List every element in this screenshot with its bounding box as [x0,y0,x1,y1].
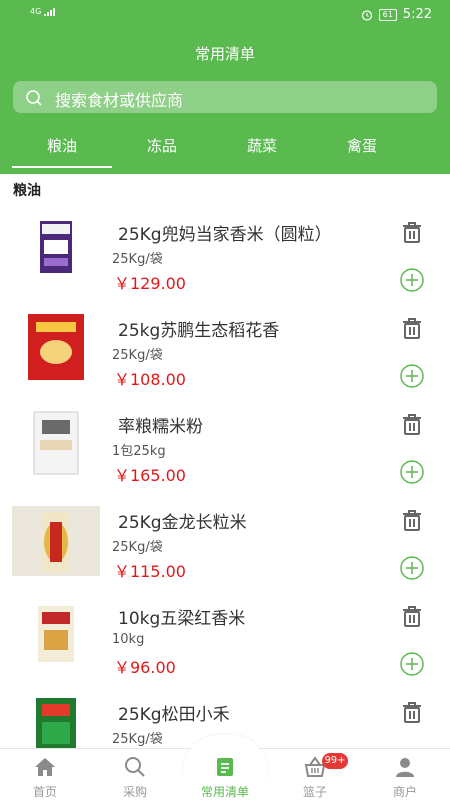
product-price: ￥96.00 [114,658,176,677]
trash-icon[interactable] [400,220,424,244]
product-name[interactable]: 25Kg松田小禾 [118,700,230,725]
nav-label: 商户 [392,785,417,799]
product-name[interactable]: 率粮糯米粉 [118,412,203,437]
nav-label: 常用清单 [200,785,249,799]
trash-icon[interactable] [400,412,424,436]
product-name[interactable]: 25Kg兜妈当家香米（圆粒） [118,220,332,245]
add-icon[interactable] [400,268,424,292]
search-icon [26,90,42,106]
product-image[interactable] [12,602,100,672]
nav-label: 首页 [32,785,57,799]
product-spec: 25Kg/袋 [112,252,163,267]
tab-vegetables[interactable]: 蔬菜 [212,130,312,168]
product-name[interactable]: 10kg五梁红香米 [118,604,245,629]
signal-bars-icon [43,8,55,16]
product-price: ￥129.00 [114,274,186,293]
nav-common-list[interactable]: 常用清单 [180,749,270,801]
basket-count-badge: 99+ [322,753,348,769]
add-icon[interactable] [400,460,424,484]
add-icon[interactable] [400,556,424,580]
nav-purchase[interactable]: 采购 [90,749,180,801]
add-icon[interactable] [400,652,424,676]
nav-label: 篮子 [302,785,327,799]
product-image[interactable] [12,218,100,288]
battery-indicator: 61 [378,8,397,21]
home-icon [35,758,55,776]
nav-home[interactable]: 首页 [0,749,90,801]
nav-merchant[interactable]: 商户 [360,749,450,801]
tab-poultry-eggs[interactable]: 禽蛋 [312,130,412,168]
list-item: 率粮糯米粉 1包25kg ￥165.00 [0,410,450,506]
signal-text: 4G [30,7,42,16]
product-image[interactable] [12,506,100,576]
section-title: 粮油 [13,183,41,199]
product-price: ￥165.00 [114,466,186,485]
product-spec: 25Kg/袋 [112,348,163,363]
tab-grain-oil[interactable]: 粮油 [12,130,112,168]
product-name[interactable]: 25Kg金龙长粒米 [118,508,247,533]
product-price: ￥108.00 [114,370,186,389]
page-title: 常用清单 [194,45,255,63]
search-input[interactable]: 搜索食材或供应商 [13,81,437,113]
tab-frozen[interactable]: 冻品 [112,130,212,168]
trash-icon[interactable] [400,700,424,724]
trash-icon[interactable] [400,508,424,532]
list-item: 25Kg兜妈当家香米（圆粒） 25Kg/袋 ￥129.00 [0,218,450,314]
signal-indicator: 4G [30,8,58,16]
clock: 5:22 [402,7,432,22]
header: 常用清单 搜索食材或供应商 粮油 冻品 蔬菜 禽蛋 [0,30,450,174]
status-bar: 4G 61 5:22 [0,0,450,30]
product-name[interactable]: 25kg苏鹏生态稻花香 [118,316,279,341]
bottom-nav: 首页 采购 常用清单 篮子 99+ 商户 [0,735,450,805]
nav-label: 采购 [122,785,147,799]
product-price: ￥115.00 [114,562,186,581]
user-icon [396,758,414,777]
trash-icon[interactable] [400,316,424,340]
product-image[interactable] [12,314,100,384]
product-spec: 25Kg/袋 [112,540,163,555]
list-item: 25Kg金龙长粒米 25Kg/袋 ￥115.00 [0,506,450,602]
product-spec: 1包25kg [112,444,166,459]
product-image[interactable] [12,410,100,480]
search-placeholder: 搜索食材或供应商 [55,91,184,110]
search-icon [125,757,145,777]
list-icon [217,758,233,776]
list-item: 25kg苏鹏生态稻花香 25Kg/袋 ￥108.00 [0,314,450,410]
product-spec: 25Kg/袋 [112,732,163,747]
alarm-icon [361,9,372,21]
trash-icon[interactable] [400,604,424,628]
product-spec: 10kg [112,632,145,647]
category-tabs: 粮油 冻品 蔬菜 禽蛋 [0,130,450,174]
list-item: 10kg五梁红香米 10kg ￥96.00 [0,602,450,698]
add-icon[interactable] [400,364,424,388]
